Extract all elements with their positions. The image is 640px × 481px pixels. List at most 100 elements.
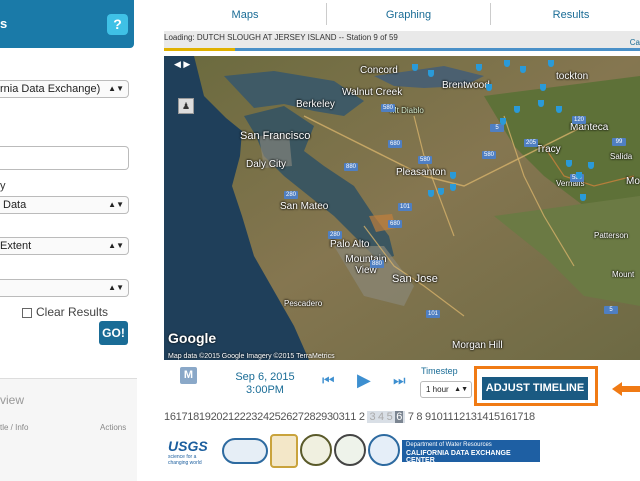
column-header-actions: Actions bbox=[100, 423, 127, 432]
timeline-day[interactable]: 14 bbox=[477, 411, 489, 423]
timeline-day[interactable]: 15 bbox=[488, 411, 500, 423]
station-marker[interactable] bbox=[450, 172, 456, 179]
checkbox-icon[interactable] bbox=[22, 307, 32, 318]
station-marker[interactable] bbox=[520, 66, 526, 73]
map-label-mount: Mount bbox=[612, 270, 635, 279]
timeline-day[interactable]: 18 bbox=[187, 411, 199, 423]
timeline-day[interactable]: 18 bbox=[523, 411, 535, 423]
timestep-select-value: 1 hour bbox=[426, 385, 449, 394]
map-label-pescadero: Pescadero bbox=[284, 299, 323, 308]
station-marker[interactable] bbox=[540, 84, 546, 91]
timeline-day[interactable]: 4 bbox=[378, 411, 384, 423]
satellite-map[interactable]: ◀ ▶ ♟ Concord Walnut Creek Brentwood Ber… bbox=[164, 56, 640, 360]
loading-status-bar: Loading: DUTCH SLOUGH AT JERSEY ISLAND -… bbox=[164, 31, 640, 51]
timeline-day[interactable]: 11 bbox=[442, 411, 453, 423]
map-label-san-francisco: San Francisco bbox=[240, 130, 311, 142]
state-agency-seal-logo bbox=[334, 434, 366, 466]
callout-arrow-icon bbox=[612, 382, 640, 396]
timeline-day[interactable]: 2 bbox=[359, 411, 365, 423]
timeline-day[interactable]: 31 bbox=[339, 411, 351, 423]
current-datetime: Sep 6, 2015 3:00PM bbox=[230, 371, 300, 397]
highway-shield: 280 bbox=[284, 191, 298, 199]
map-label-pleasanton: Pleasanton bbox=[396, 167, 447, 178]
adjust-timeline-button[interactable]: ADJUST TIMELINE bbox=[482, 377, 588, 400]
station-marker[interactable] bbox=[548, 60, 554, 67]
timestep-select[interactable]: 1 hour ▲▼ bbox=[420, 381, 472, 398]
tab-maps[interactable]: Maps bbox=[164, 0, 326, 27]
timeline-day[interactable]: 28 bbox=[304, 411, 316, 423]
timeline-day[interactable]: 25 bbox=[269, 411, 281, 423]
timeline-day[interactable]: 10 bbox=[431, 411, 443, 423]
station-marker[interactable] bbox=[450, 184, 456, 191]
timeline-day[interactable]: 16 bbox=[164, 411, 176, 423]
results-overview-panel: view tle / Info Actions bbox=[0, 378, 137, 481]
tab-results[interactable]: Results bbox=[491, 0, 640, 27]
station-marker[interactable] bbox=[428, 190, 434, 197]
skip-back-icon[interactable]: ⏮ bbox=[322, 372, 335, 389]
source-select[interactable]: rnia Data Exchange) ▲▼ bbox=[0, 80, 129, 98]
timeline-day[interactable]: 12 bbox=[453, 411, 465, 423]
timeline-day[interactable]: 1 bbox=[350, 411, 356, 423]
highway-shield: 101 bbox=[426, 310, 440, 318]
station-marker[interactable] bbox=[556, 106, 562, 113]
timeline-day[interactable]: 23 bbox=[245, 411, 257, 423]
map-pan-arrows-icon[interactable]: ◀ ▶ bbox=[174, 59, 190, 70]
extent-select[interactable]: Extent ▲▼ bbox=[0, 237, 129, 255]
station-marker[interactable] bbox=[580, 194, 586, 201]
timeline-day[interactable]: 7 bbox=[408, 411, 414, 423]
partner-logos: USGS science for a changing world Depart… bbox=[164, 432, 544, 468]
loading-cancel-link[interactable]: Ca bbox=[630, 38, 640, 47]
skip-forward-icon[interactable]: ⏭ bbox=[393, 372, 406, 389]
station-marker[interactable] bbox=[486, 84, 492, 91]
timeline-day[interactable]: 22 bbox=[234, 411, 246, 423]
station-marker[interactable] bbox=[438, 188, 444, 195]
station-search-input[interactable] bbox=[0, 146, 129, 170]
source-select-value: rnia Data Exchange) bbox=[0, 83, 101, 95]
station-marker[interactable] bbox=[514, 106, 520, 113]
station-marker[interactable] bbox=[588, 162, 594, 169]
timeline-day[interactable]: 21 bbox=[222, 411, 234, 423]
timeline-day[interactable]: 17 bbox=[512, 411, 524, 423]
timeline-day[interactable]: 13 bbox=[465, 411, 477, 423]
data-type-select[interactable]: Data ▲▼ bbox=[0, 196, 129, 214]
loading-progress-track bbox=[164, 48, 640, 51]
timeline-day[interactable]: 26 bbox=[280, 411, 292, 423]
timeline-selected-range[interactable]: 3 4 5 6 bbox=[367, 411, 406, 423]
timeline-day[interactable]: 30 bbox=[327, 411, 339, 423]
timeline-day[interactable]: 27 bbox=[292, 411, 304, 423]
timeline-day[interactable]: 17 bbox=[176, 411, 188, 423]
timeline-day[interactable]: 16 bbox=[500, 411, 512, 423]
station-marker[interactable] bbox=[504, 60, 510, 67]
map-label-salida: Salida bbox=[610, 152, 633, 161]
highway-shield: 680 bbox=[388, 220, 402, 228]
timeline-day[interactable]: 3 bbox=[369, 411, 375, 423]
timeline-day[interactable]: 29 bbox=[315, 411, 327, 423]
station-marker[interactable] bbox=[566, 160, 572, 167]
pegman-icon[interactable]: ♟ bbox=[178, 98, 194, 114]
m-toggle-button[interactable]: M bbox=[180, 367, 197, 384]
station-marker[interactable] bbox=[428, 70, 434, 77]
help-button[interactable]: ? bbox=[107, 14, 128, 35]
station-marker[interactable] bbox=[500, 118, 506, 125]
tab-graphing[interactable]: Graphing bbox=[327, 0, 490, 27]
water-board-seal-logo bbox=[300, 434, 332, 466]
timeline-day[interactable]: 5 bbox=[387, 411, 393, 423]
timeline-day[interactable]: 24 bbox=[257, 411, 269, 423]
timeline-day[interactable]: 20 bbox=[211, 411, 223, 423]
dwr-cdec-logo: Department of Water Resources CALIFORNIA… bbox=[402, 440, 540, 464]
station-marker[interactable] bbox=[576, 172, 582, 179]
highway-shield: 205 bbox=[524, 139, 538, 147]
timeline-day[interactable]: 8 bbox=[416, 411, 422, 423]
clear-results-label: Clear Results bbox=[36, 305, 109, 319]
clear-results-checkbox[interactable]: Clear Results bbox=[22, 305, 108, 319]
go-button[interactable]: GO! bbox=[99, 321, 128, 345]
timeline-days: 161718192021222324252627282930311 2 3 4 … bbox=[164, 411, 640, 425]
timeline-day[interactable]: 6 bbox=[395, 411, 404, 423]
overview-title: view bbox=[0, 393, 25, 407]
station-marker[interactable] bbox=[412, 64, 418, 71]
filter-select[interactable]: ▲▼ bbox=[0, 279, 129, 297]
timeline-day[interactable]: 19 bbox=[199, 411, 211, 423]
play-icon[interactable]: ▶ bbox=[357, 370, 371, 391]
station-marker[interactable] bbox=[538, 100, 544, 107]
station-marker[interactable] bbox=[476, 64, 482, 71]
